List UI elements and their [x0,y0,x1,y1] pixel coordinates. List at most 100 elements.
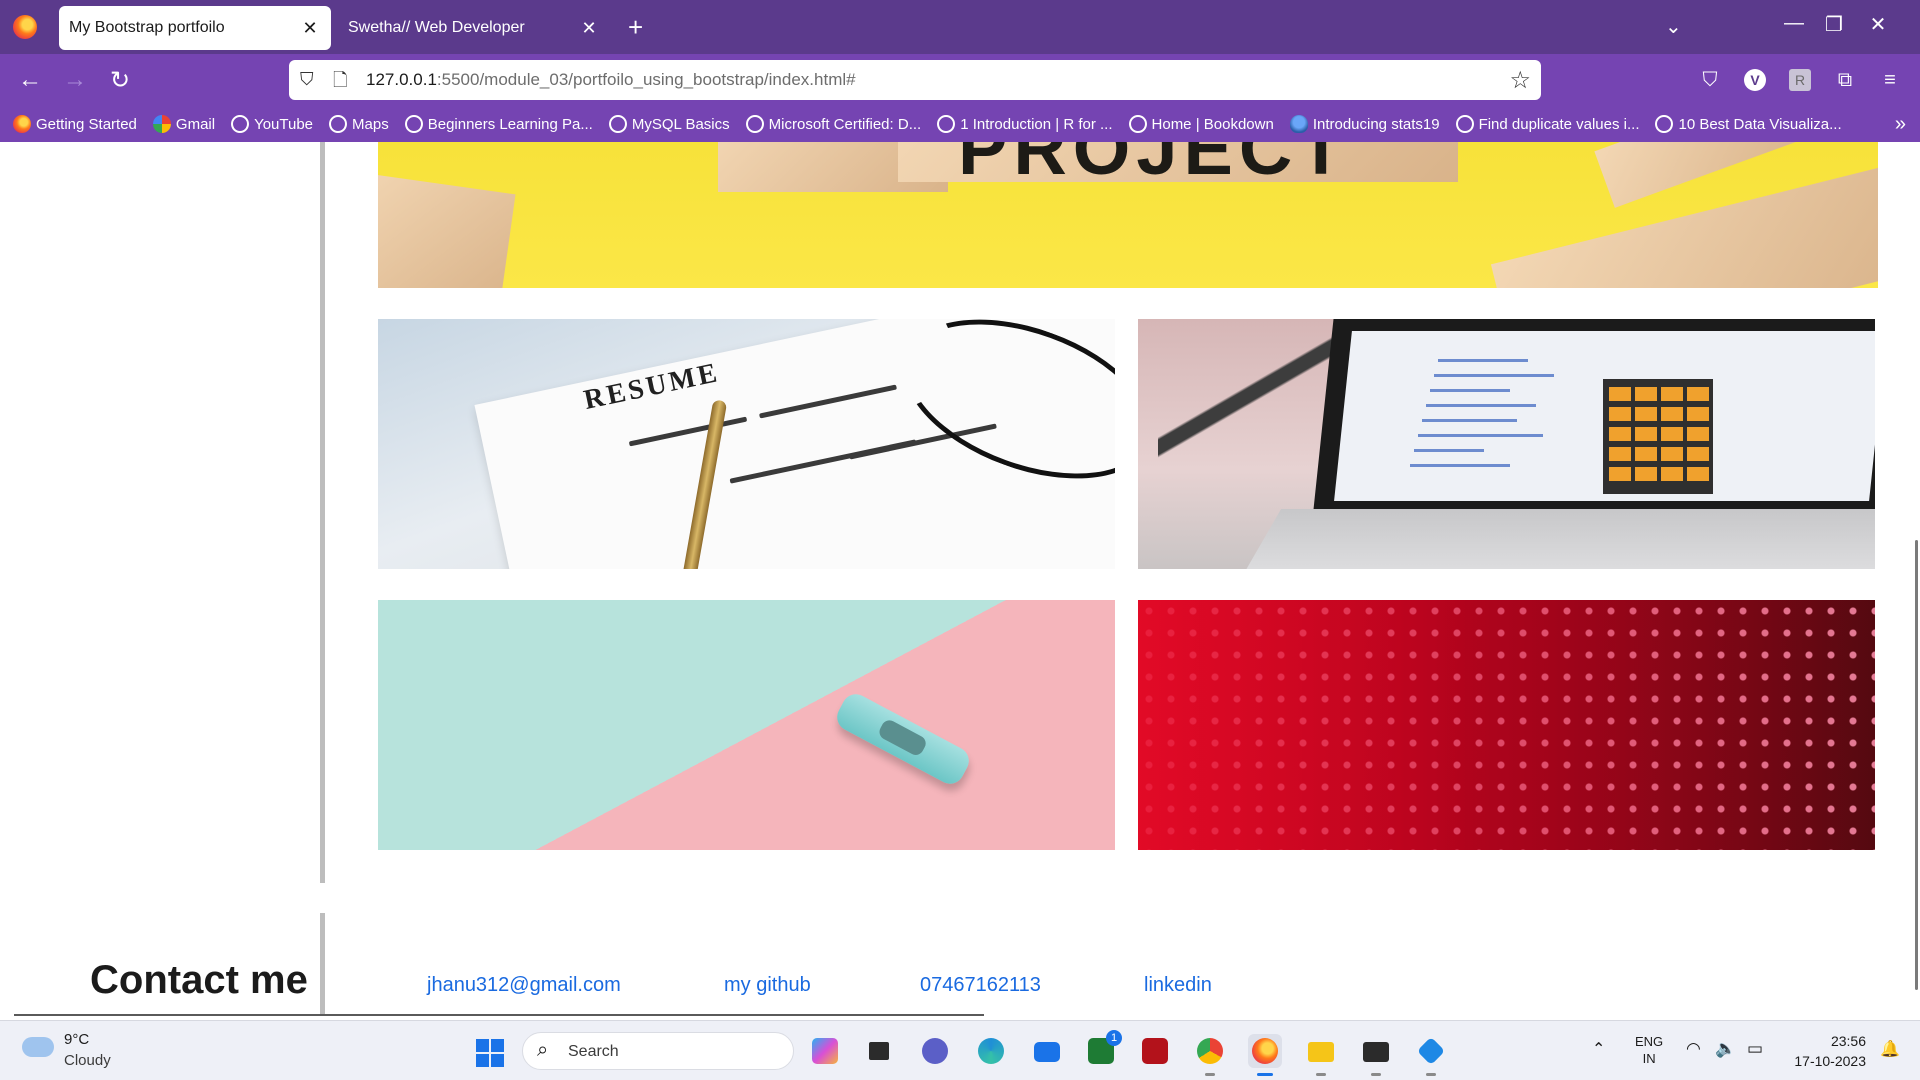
page-info-icon[interactable]: 🗋 [333,68,347,98]
list-all-tabs-chevron-icon[interactable]: ⌄ [1665,14,1682,39]
file-explorer-icon[interactable] [1304,1034,1338,1076]
code-line [1410,464,1510,467]
forward-arrow-icon[interactable]: → [59,66,91,94]
sidebar-divider [320,142,325,883]
laptop-keyboard [1234,509,1875,569]
globe-icon [937,115,956,133]
back-arrow-icon[interactable]: ← [14,66,46,94]
bookmark-label: Home | Bookdown [1151,115,1274,133]
clock-date: 17-10-2023 [1794,1053,1866,1069]
calculator-widget [1603,379,1713,494]
bookmark-getting-started[interactable]: Getting Started [13,115,137,133]
github-link[interactable]: my github [724,974,811,997]
globe-icon [608,115,627,133]
bookmark-home-bookdown[interactable]: Home | Bookdown [1128,115,1274,133]
globe-icon [404,115,423,133]
bookmark-data-visualization[interactable]: 10 Best Data Visualiza... [1655,115,1842,133]
task-view-icon[interactable] [861,1034,895,1068]
tab-title: My Bootstrap portfoilo [69,19,225,36]
calculator-project-image[interactable] [1138,319,1875,569]
edge-icon[interactable] [974,1034,1008,1068]
toy-car-project-image[interactable] [378,600,1115,850]
firefox-taskbar-icon[interactable] [1248,1034,1282,1076]
led-wall-project-image[interactable] [1138,600,1875,850]
snipping-tool-icon[interactable] [1138,1034,1172,1068]
bookmark-find-duplicate-values[interactable]: Find duplicate values i... [1455,115,1639,133]
language-code: ENG [1635,1034,1664,1049]
vscode-icon[interactable] [1414,1034,1448,1076]
address-bar[interactable]: ⛉ 🗋 127.0.0.1:5500/module_03/portfoilo_u… [289,60,1541,100]
contact-heading: Contact me [90,958,308,1002]
bookmark-star-icon[interactable]: ☆ [1509,66,1531,95]
bookmark-r-introduction[interactable]: 1 Introduction | R for ... [937,115,1113,133]
code-line [1434,374,1554,377]
banner-word: PROJECT [958,142,1350,190]
system-clock[interactable]: 23:56 17-10-2023 [1786,1031,1866,1071]
hamburger-menu-icon[interactable]: ≡ [1875,65,1905,95]
notifications-bell-icon[interactable]: 🔔 [1880,1039,1900,1059]
tab-my-bootstrap-portfolio[interactable]: My Bootstrap portfoilo ✕ [59,6,331,50]
tracking-protection-shield-icon[interactable]: ⛉ [300,69,320,91]
led-glow [1138,600,1875,850]
page-scrollbar[interactable] [1915,540,1918,990]
cloud-icon [22,1037,54,1057]
windows-start-icon[interactable] [476,1039,504,1067]
new-tab-button[interactable]: + [628,12,643,42]
extensions-puzzle-icon[interactable]: ⧉ [1830,65,1860,95]
extension-r-icon[interactable]: R [1785,65,1815,95]
copilot-icon[interactable] [808,1034,842,1068]
bookmarks-toolbar: Getting Started Gmail YouTube Maps Begin… [0,106,1920,142]
resume-project-image[interactable]: RESUME [378,319,1115,569]
firefox-menu-icon[interactable] [13,15,37,39]
xbox-icon[interactable]: 1 [1084,1030,1122,1068]
toy-car [832,689,974,789]
url-text[interactable]: 127.0.0.1:5500/module_03/portfoilo_using… [366,70,856,90]
bookmark-beginners-learning[interactable]: Beginners Learning Pa... [404,115,593,133]
teams-chat-icon[interactable] [918,1034,952,1068]
bookmark-microsoft-certified[interactable]: Microsoft Certified: D... [745,115,922,133]
email-link[interactable]: jhanu312@gmail.com [427,974,621,997]
mail-icon[interactable] [1030,1034,1064,1068]
close-tab-icon[interactable]: ✕ [578,18,600,39]
region-code: IN [1642,1051,1656,1066]
bookdown-icon [1289,115,1308,133]
wifi-icon[interactable]: ◠ [1686,1039,1701,1059]
close-window-icon[interactable]: ✕ [1858,12,1898,37]
bookmark-gmail[interactable]: Gmail [152,115,215,133]
bookmark-introducing-stats19[interactable]: Introducing stats19 [1289,115,1440,133]
footer-rule [14,1014,984,1016]
bookmark-label: Introducing stats19 [1312,115,1440,133]
tab-swetha-web-developer[interactable]: Swetha// Web Developer ✕ [338,6,610,50]
weather-temperature: 9°C [64,1031,90,1048]
pocket-icon[interactable]: ⛉ [1695,65,1725,95]
battery-icon[interactable]: ▭ [1747,1039,1763,1059]
code-line [1422,419,1517,422]
globe-icon [231,115,250,133]
clock-time: 23:56 [1830,1033,1866,1049]
volume-icon[interactable]: 🔈 [1715,1039,1736,1059]
bookmark-maps[interactable]: Maps [329,115,389,133]
weather-condition: Cloudy [64,1052,111,1069]
bookmark-youtube[interactable]: YouTube [231,115,313,133]
bookmark-label: Microsoft Certified: D... [768,115,922,133]
restore-icon[interactable]: ❐ [1814,12,1854,37]
phone-link[interactable]: 07467162113 [920,974,1041,997]
url-path: :5500/module_03/portfoilo_using_bootstra… [436,70,856,89]
extension-initial: R [1789,69,1811,91]
taskbar-search[interactable]: ⌕ Search [522,1032,794,1070]
search-icon: ⌕ [537,1039,549,1061]
code-line [1426,404,1536,407]
minimize-icon[interactable]: — [1774,12,1814,35]
show-hidden-icons-chevron-icon[interactable]: ⌃ [1592,1039,1605,1059]
terminal-icon[interactable] [1359,1034,1393,1076]
profile-avatar[interactable]: V [1740,65,1770,95]
language-indicator[interactable]: ENG IN [1635,1033,1663,1067]
contact-divider [320,913,325,1016]
navigation-toolbar: ← → ↻ ⛉ 🗋 127.0.0.1:5500/module_03/portf… [0,54,1920,106]
chrome-icon[interactable] [1193,1034,1227,1076]
linkedin-link[interactable]: linkedin [1144,974,1212,997]
reload-icon[interactable]: ↻ [104,66,136,95]
more-bookmarks-chevron-icon[interactable]: » [1895,113,1906,136]
bookmark-mysql-basics[interactable]: MySQL Basics [608,115,730,133]
close-tab-icon[interactable]: ✕ [299,18,321,39]
